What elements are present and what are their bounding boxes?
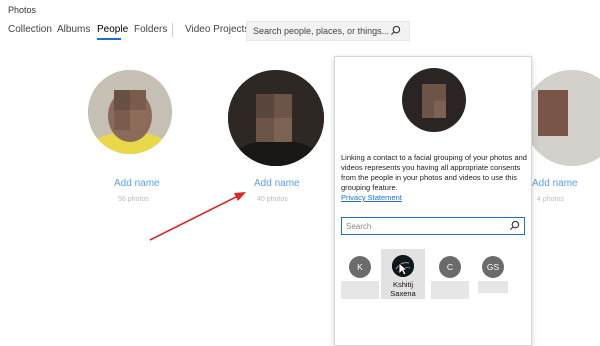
contact-name: Kshitij Saxena: [390, 280, 416, 298]
privacy-statement-link[interactable]: Privacy Statement: [341, 193, 402, 202]
contact-initials: C: [439, 256, 461, 278]
contact-name-redacted: [431, 281, 469, 299]
search-icon[interactable]: [509, 220, 520, 233]
contact-initials: GS: [482, 256, 504, 278]
contact-item[interactable]: C: [431, 256, 469, 299]
contact-item[interactable]: GS: [478, 256, 508, 293]
flyout-description: Linking a contact to a facial grouping o…: [341, 153, 527, 192]
contact-initials: K: [349, 256, 371, 278]
flyout-avatar: [402, 68, 466, 132]
contact-name-redacted: [341, 281, 379, 299]
mouse-cursor-icon: [398, 262, 408, 276]
contact-search-input[interactable]: Search: [341, 217, 525, 235]
contact-search-placeholder: Search: [346, 221, 372, 231]
contact-name-redacted: [478, 281, 508, 293]
link-contact-flyout: Linking a contact to a facial grouping o…: [334, 56, 532, 346]
contact-item[interactable]: K: [341, 256, 379, 299]
